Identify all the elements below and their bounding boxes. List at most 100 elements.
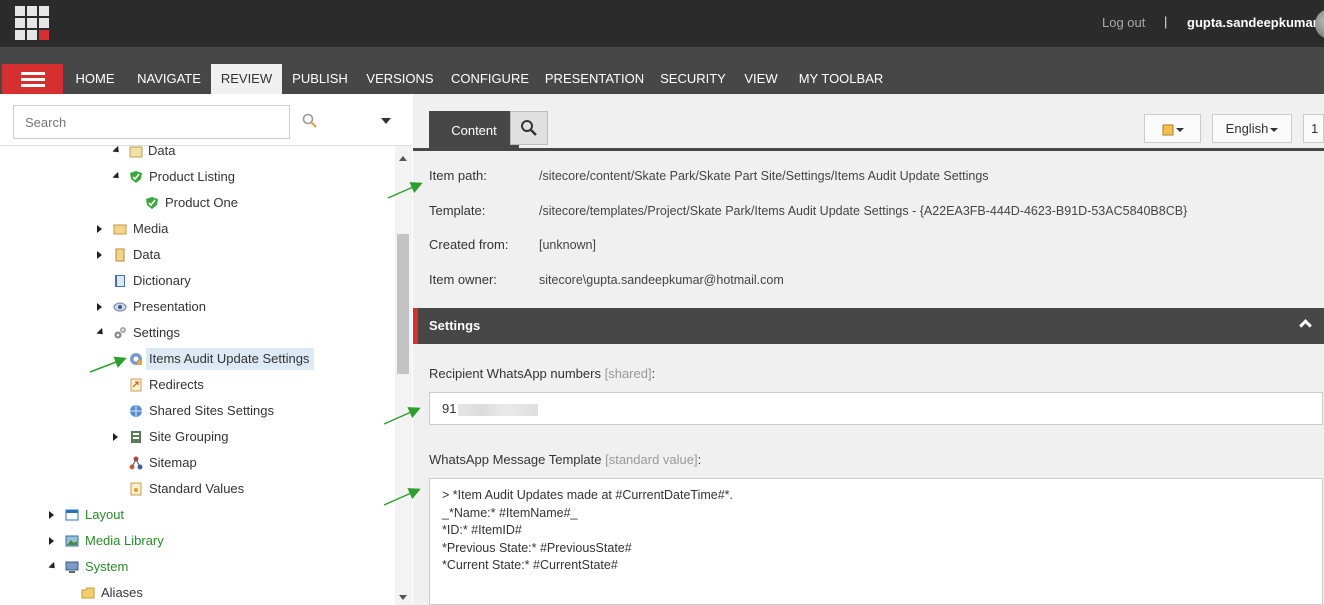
tree-item-site-grouping[interactable]: Site Grouping [113, 426, 229, 448]
sitecore-logo-icon[interactable] [15, 6, 49, 40]
language-label: English [1225, 121, 1269, 136]
chevron-down-icon [1270, 127, 1279, 132]
chevron-down-icon [1175, 127, 1184, 132]
tab-configure[interactable]: CONFIGURE [446, 64, 534, 94]
item-owner-value: sitecore\gupta.sandeepkumar@hotmail.com [539, 273, 784, 287]
tree-item-product-one[interactable]: Product One [145, 192, 238, 214]
scroll-down-icon[interactable] [399, 595, 407, 600]
section-title: Settings [429, 318, 481, 333]
tree-item-media-library[interactable]: Media Library [49, 530, 164, 552]
gears-icon [114, 327, 126, 339]
content-tree: Data Product Listing Product One Media D… [0, 146, 395, 605]
expand-arrow-icon[interactable] [97, 251, 102, 259]
avatar[interactable] [1315, 9, 1324, 39]
expand-arrow-icon[interactable] [97, 303, 102, 311]
tree-item-redirects[interactable]: Redirects [129, 374, 204, 396]
tree-item-items-audit-update-settings[interactable]: Items Audit Update Settings [129, 348, 315, 370]
tab-my-toolbar[interactable]: MY TOOLBAR [794, 64, 888, 94]
media-library-icon [65, 535, 79, 547]
tree-item-system[interactable]: System [48, 556, 128, 578]
item-icon [1162, 124, 1173, 136]
recipient-numbers-value: 91 [442, 401, 457, 416]
expand-arrow-icon[interactable] [112, 171, 122, 182]
search-icon[interactable] [302, 113, 318, 129]
template-line: *Previous State:* #PreviousState# [442, 540, 632, 555]
header-separator: | [1164, 14, 1168, 29]
eye-icon [113, 302, 127, 312]
collapse-chevron-up-icon[interactable] [1299, 319, 1312, 332]
created-from-value: [unknown] [539, 238, 596, 252]
tab-navigate[interactable]: NAVIGATE [128, 64, 210, 94]
top-bar: Log out | gupta.sandeepkumar [0, 0, 1324, 47]
language-dropdown[interactable]: English [1212, 114, 1292, 143]
expand-arrow-icon[interactable] [112, 146, 122, 156]
tab-presentation[interactable]: PRESENTATION [542, 64, 647, 94]
tab-content[interactable]: Content [429, 111, 519, 151]
standard-values-icon [130, 482, 142, 496]
shield-check-icon [130, 171, 142, 183]
search-dropdown-chevron-down-icon[interactable] [381, 118, 391, 124]
expand-arrow-icon[interactable] [96, 327, 106, 338]
message-template-label: WhatsApp Message Template [standard valu… [429, 452, 702, 467]
tab-versions[interactable]: VERSIONS [361, 64, 439, 94]
dictionary-icon [115, 275, 125, 287]
tab-view[interactable]: VIEW [738, 64, 784, 94]
item-path-label: Item path: [429, 168, 487, 183]
logout-link[interactable]: Log out [1102, 15, 1145, 30]
item-owner-row: Item owner: sitecore\gupta.sandeepkumar@… [429, 270, 1309, 290]
standard-value-qualifier: [standard value] [605, 452, 698, 467]
tab-review[interactable]: REVIEW [211, 64, 282, 94]
tree-item-product-listing[interactable]: Product Listing [112, 166, 235, 188]
tree-item-settings[interactable]: Settings [96, 322, 180, 344]
shield-check-icon [146, 197, 158, 209]
tree-item-presentation[interactable]: Presentation [97, 296, 206, 318]
layout-icon [65, 509, 79, 521]
tree-item-media[interactable]: Media [97, 218, 168, 240]
template-row: Template: /sitecore/templates/Project/Sk… [429, 201, 1309, 221]
folder-data-icon [129, 146, 143, 158]
tree-item-aliases[interactable]: Aliases [81, 582, 143, 604]
system-icon [65, 561, 79, 573]
tree-item-data[interactable]: Data [112, 146, 175, 162]
redirect-icon [130, 378, 142, 392]
created-from-label: Created from: [429, 237, 509, 252]
tree-item-data-2[interactable]: Data [97, 244, 160, 266]
tree-item-standard-values[interactable]: Standard Values [129, 478, 244, 500]
expand-arrow-icon[interactable] [49, 511, 54, 519]
item-menu-button[interactable] [1144, 114, 1201, 143]
template-line: > *Item Audit Updates made at #CurrentDa… [442, 488, 734, 502]
media-folder-icon [113, 224, 127, 235]
expand-arrow-icon[interactable] [113, 433, 118, 441]
recipient-numbers-field[interactable]: 91 [429, 392, 1323, 425]
tree-scrollbar[interactable] [395, 146, 412, 605]
hamburger-menu-button[interactable] [2, 64, 63, 94]
settings-section-header[interactable]: Settings [413, 308, 1324, 344]
settings-item-icon [130, 353, 142, 365]
tab-publish[interactable]: PUBLISH [285, 64, 355, 94]
tree-search-bar [0, 94, 412, 146]
message-template-field[interactable]: > *Item Audit Updates made at #CurrentDa… [429, 478, 1323, 605]
template-value[interactable]: /sitecore/templates/Project/Skate Park/I… [539, 201, 1187, 221]
template-line: _*Name:* #ItemName#_ [442, 505, 578, 520]
tab-home[interactable]: HOME [66, 64, 124, 94]
folder-icon [81, 587, 95, 599]
tree-item-dictionary[interactable]: Dictionary [113, 270, 191, 292]
scrollbar-thumb[interactable] [397, 234, 409, 374]
tree-item-shared-sites-settings[interactable]: Shared Sites Settings [129, 400, 274, 422]
search-icon [521, 120, 537, 136]
version-dropdown[interactable]: 1 [1303, 114, 1324, 143]
username[interactable]: gupta.sandeepkumar [1187, 15, 1318, 30]
search-tab-button[interactable] [510, 111, 548, 145]
tab-security[interactable]: SECURITY [656, 64, 730, 94]
scroll-up-icon[interactable] [399, 156, 407, 161]
editor-tab-bar: Content English 1 [413, 94, 1324, 151]
tree-item-sitemap[interactable]: Sitemap [129, 452, 197, 474]
expand-arrow-icon[interactable] [49, 537, 54, 545]
tree-item-layout[interactable]: Layout [49, 504, 124, 526]
content-tree-panel: Data Product Listing Product One Media D… [0, 94, 412, 605]
template-line: *ID:* #ItemID# [442, 523, 522, 537]
expand-arrow-icon[interactable] [97, 225, 102, 233]
expand-arrow-icon[interactable] [48, 561, 58, 572]
search-input[interactable] [13, 105, 290, 139]
version-label: 1 [1311, 121, 1319, 136]
